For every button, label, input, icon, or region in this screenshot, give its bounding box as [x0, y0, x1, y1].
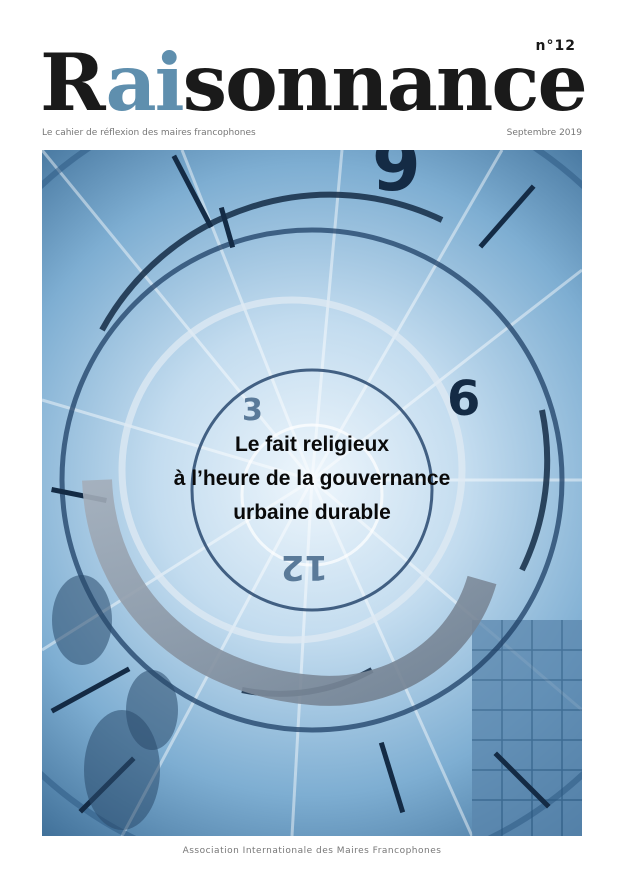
magazine-title: Raisonnance: [40, 40, 588, 126]
numeral-6: 6: [447, 371, 480, 427]
numeral-9: 9: [372, 150, 421, 207]
tagline: Le cahier de réflexion des maires franco…: [42, 128, 256, 138]
title-part-r: R: [40, 36, 107, 129]
publisher-footer: Association Internationale des Maires Fr…: [182, 846, 442, 856]
building: [472, 620, 582, 836]
numeral-12: 12: [281, 547, 328, 587]
issue-date: Septembre 2019: [506, 128, 582, 138]
numeral-3: 3: [242, 393, 263, 428]
tagline-row: Le cahier de réflexion des maires franco…: [42, 128, 582, 138]
cover-image: 9 6 3 12 Le fait religieux à l’heure de …: [42, 150, 582, 836]
headline-line-1: Le fait religieux: [234, 433, 390, 456]
title-part-sonnance: sonnance: [182, 36, 588, 129]
title-accent-ai: ai: [105, 36, 184, 129]
headline-line-2: à l’heure de la gouvernance: [173, 467, 451, 490]
headline-line-3: urbaine durable: [233, 501, 391, 524]
cover-headline: Le fait religieux à l’heure de la gouver…: [42, 428, 582, 530]
